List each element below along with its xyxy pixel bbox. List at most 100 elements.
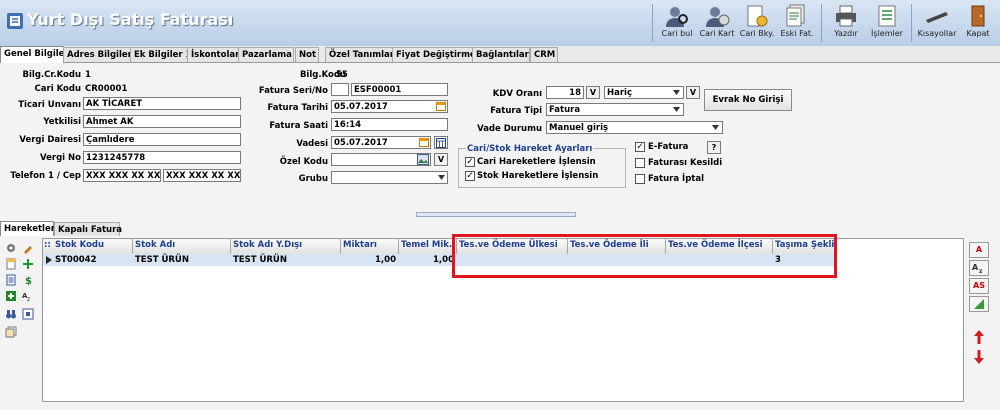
help-button[interactable]: ? <box>707 141 721 154</box>
person-card-icon <box>706 7 730 27</box>
fatura-iptal-checkbox[interactable] <box>635 174 645 184</box>
kdv-dahil-v-button[interactable]: V <box>686 86 700 99</box>
cep-field[interactable]: XXX XXX XX XX <box>163 169 241 182</box>
add-icon[interactable] <box>22 258 34 270</box>
islemler-button[interactable]: İşlemler <box>866 2 908 44</box>
fill-color-button[interactable] <box>969 296 989 312</box>
fatura-tarihi-label: Fatura Tarihi <box>267 103 328 113</box>
fatura-seri-field[interactable] <box>331 83 349 96</box>
arrow-down-icon[interactable] <box>974 350 984 364</box>
binoculars-icon[interactable] <box>5 308 17 320</box>
font-as-button[interactable]: AS <box>969 278 989 294</box>
font-size-button[interactable]: Az <box>969 260 989 276</box>
gear-icon[interactable] <box>5 242 17 254</box>
fatura-tipi-select[interactable]: Fatura <box>546 103 684 116</box>
column-divider[interactable] <box>132 239 133 254</box>
chevron-down-icon[interactable] <box>673 90 680 95</box>
tab-kapali-fatura[interactable]: Kapalı Fatura <box>54 222 122 236</box>
kdv-orani-field[interactable]: 18 <box>546 86 584 99</box>
fatura-tarihi-field[interactable]: 05.07.2017 <box>331 100 448 113</box>
document-list-icon[interactable] <box>5 274 17 286</box>
kisayollar-button[interactable]: Kısayollar <box>914 2 960 44</box>
cell-miktari[interactable]: 1,00 <box>343 254 396 266</box>
tab-iskontolar[interactable]: İskontolar <box>187 47 241 62</box>
tab-fiyat-degistirme[interactable]: Fiyat Değiştirme <box>392 47 478 62</box>
cell-stok-adi-yd[interactable]: TEST ÜRÜN <box>233 254 287 266</box>
grubu-field[interactable] <box>331 171 448 184</box>
tab-genel-bilgiler[interactable]: Genel Bilgiler <box>0 46 69 63</box>
new-document-icon[interactable] <box>5 258 17 270</box>
yetkilisi-field[interactable]: Ahmet AK <box>83 115 241 128</box>
cari-bky-button[interactable]: Cari Bky. <box>737 2 777 44</box>
yazdir-button[interactable]: Yazdır <box>826 2 866 44</box>
vergi-no-field[interactable]: 1231245778 <box>83 151 241 164</box>
evrak-no-girisi-button[interactable]: Evrak No Girişi <box>704 89 792 111</box>
fatura-iptal-label: Fatura İptal <box>648 174 705 184</box>
calendar-icon[interactable] <box>419 137 429 147</box>
font-a-button[interactable]: A <box>969 242 989 258</box>
e-fatura-checkbox[interactable]: ✓ <box>635 142 645 152</box>
kdv-dahil-select[interactable]: Hariç <box>604 86 684 99</box>
chevron-down-icon[interactable] <box>438 175 445 180</box>
faturasi-kesildi-label: Faturası Kesildi <box>648 158 723 168</box>
tab-pazarlama[interactable]: Pazarlama <box>238 47 294 62</box>
ticari-unvani-field[interactable]: AK TİCARET <box>83 97 241 110</box>
cari-kart-button[interactable]: Cari Kart <box>697 2 737 44</box>
panel-splitter[interactable] <box>416 212 576 217</box>
window-title: Yurt Dışı Satış Faturası <box>27 10 234 29</box>
tab-adres-bilgileri[interactable]: Adres Bilgileri <box>63 47 135 62</box>
picture-icon[interactable] <box>417 154 429 165</box>
tab-hareketler[interactable]: Hareketler <box>0 221 55 236</box>
arrow-up-icon[interactable] <box>974 330 984 344</box>
vadesi-field[interactable]: 05.07.2017 <box>331 136 431 149</box>
tools-icon[interactable] <box>22 242 34 254</box>
document-coins-icon <box>747 5 768 27</box>
col-header-temel-mik[interactable]: Temel Mik. <box>401 240 452 250</box>
col-header-miktari[interactable]: Miktarı <box>343 240 377 250</box>
frame-icon[interactable] <box>22 308 34 320</box>
chevron-down-icon[interactable] <box>673 107 680 112</box>
cell-stok-kodu[interactable]: ST00042 <box>55 254 97 266</box>
stok-hareket-checkbox[interactable]: ✓ <box>465 171 475 181</box>
cari-stok-group <box>458 148 626 188</box>
col-header-stok-adi-yd[interactable]: Stok Adı Y.Dışı <box>233 240 302 250</box>
svg-text:A: A <box>972 263 979 272</box>
insert-row-icon[interactable] <box>5 290 17 302</box>
kdv-orani-v-button[interactable]: V <box>586 86 600 99</box>
font-size-icon[interactable]: Az <box>22 290 34 302</box>
dollar-icon[interactable]: $ <box>22 274 34 286</box>
copy-icon[interactable] <box>5 326 17 338</box>
fatura-no-field[interactable]: ESF00001 <box>351 83 448 96</box>
tab-not[interactable]: Not <box>295 47 319 62</box>
cell-temel-mik[interactable]: 1,00 <box>401 254 454 266</box>
column-divider[interactable] <box>398 239 399 254</box>
cell-stok-adi[interactable]: TEST ÜRÜN <box>135 254 189 266</box>
calendar-icon[interactable] <box>436 101 446 111</box>
tab-strip: Genel Bilgiler Adres Bilgileri Ek Bilgil… <box>0 46 1000 63</box>
column-divider[interactable] <box>340 239 341 254</box>
column-divider[interactable] <box>230 239 231 254</box>
cari-hareket-checkbox[interactable]: ✓ <box>465 157 475 167</box>
chevron-down-icon[interactable] <box>712 125 719 130</box>
svg-text:$: $ <box>25 276 32 286</box>
kapat-button[interactable]: Kapat <box>960 2 996 44</box>
cari-bul-button[interactable]: Cari bul <box>657 2 697 44</box>
toolbar-separator <box>821 4 822 42</box>
vade-durumu-label: Vade Durumu <box>477 124 542 134</box>
vergi-dairesi-label: Vergi Dairesi <box>19 135 81 145</box>
telefon1-field[interactable]: XXX XXX XX XX <box>83 169 161 182</box>
ozel-kodu-v-button[interactable]: V <box>434 153 448 166</box>
eski-fat-button[interactable]: Eski Fat. <box>777 2 817 44</box>
vergi-dairesi-field[interactable]: Çamlıdere <box>83 133 241 146</box>
faturasi-kesildi-checkbox[interactable] <box>635 158 645 168</box>
col-header-stok-adi[interactable]: Stok Adı <box>135 240 175 250</box>
tab-ek-bilgiler[interactable]: Ek Bilgiler 1 <box>130 47 191 62</box>
tab-ozel-tanimlar[interactable]: Özel Tanımlar <box>325 47 396 62</box>
tab-crm[interactable]: CRM <box>530 47 558 62</box>
vade-calculator-button[interactable] <box>434 136 448 149</box>
fatura-saati-field[interactable]: 16:14 <box>331 118 448 131</box>
ozel-kodu-field[interactable] <box>331 153 431 166</box>
tab-baglantilar[interactable]: Bağlantılar <box>472 47 530 62</box>
vade-durumu-select[interactable]: Manuel giriş <box>546 121 723 134</box>
col-header-stok-kodu[interactable]: Stok Kodu <box>55 240 104 250</box>
